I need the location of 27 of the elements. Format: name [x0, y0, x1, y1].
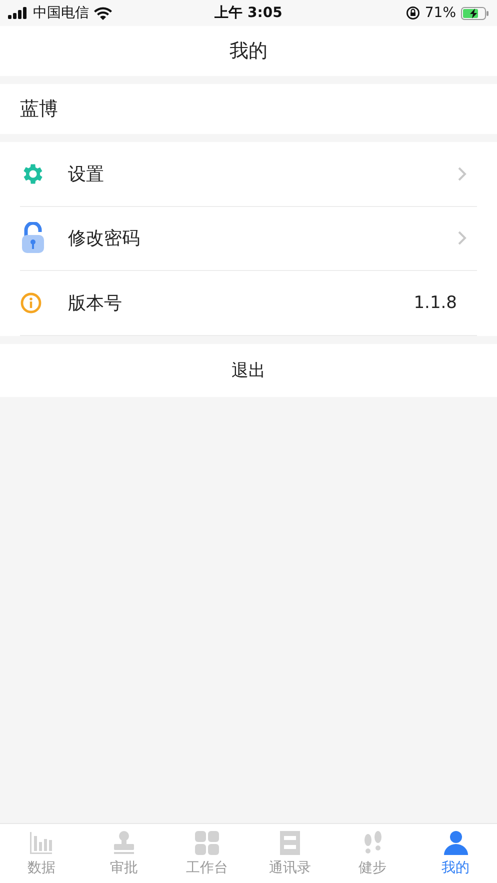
tab[interactable]: 健步: [331, 824, 414, 883]
page-title: 我的: [230, 39, 268, 64]
info-icon: [20, 292, 42, 314]
bar-chart-icon: [28, 830, 54, 856]
tab[interactable]: 审批: [82, 824, 166, 883]
chevron-icon: [457, 166, 467, 182]
rotation-lock-icon: [406, 6, 420, 20]
user-name: 蓝博: [20, 97, 58, 122]
padlock-icon: [20, 222, 46, 254]
status-time: 上午 3:05: [214, 4, 282, 22]
tab[interactable]: 通讯录: [248, 824, 332, 883]
version-number: 1.1.8: [414, 292, 457, 313]
signal-icon: [8, 7, 28, 19]
chevron-icon: [457, 230, 467, 246]
menu-label[interactable]: 设置: [68, 162, 457, 186]
wifi-icon: [94, 6, 112, 20]
person-icon: [442, 830, 469, 856]
tab[interactable]: 数据: [0, 824, 83, 883]
battery-icon: [461, 6, 490, 20]
logout-button[interactable]: 退出: [0, 344, 497, 396]
grid-icon: [194, 830, 220, 856]
tab[interactable]: 工作台: [166, 824, 248, 883]
menu-label[interactable]: 修改密码: [68, 226, 457, 250]
menu-label[interactable]: 版本号: [68, 290, 414, 315]
battery-percent: 71%: [424, 5, 456, 21]
tab[interactable]: 我的: [414, 824, 497, 883]
carrier-name: 中国电信: [33, 4, 89, 22]
